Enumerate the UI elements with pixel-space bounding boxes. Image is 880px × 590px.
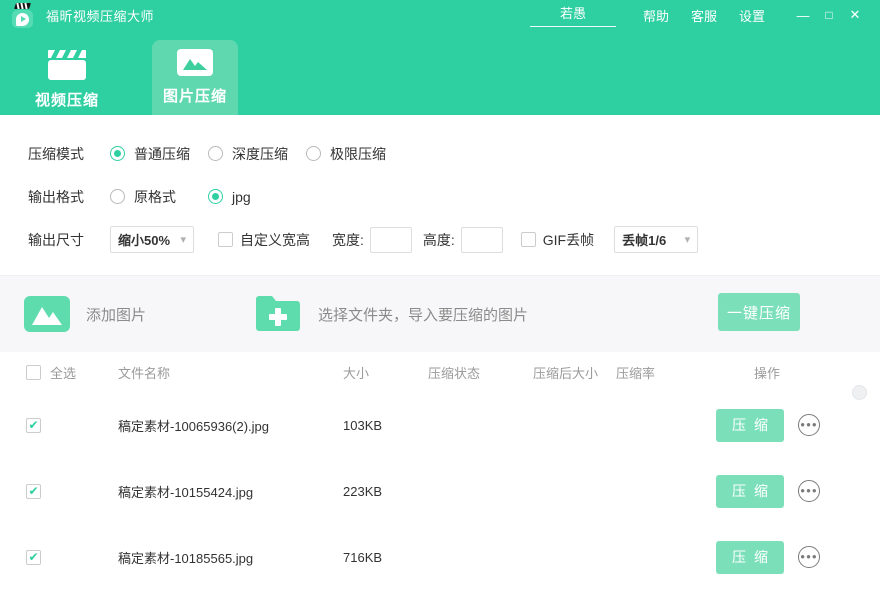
row-compress-button[interactable]: 压缩 bbox=[716, 541, 784, 574]
add-images-button[interactable]: 添加图片 bbox=[24, 296, 146, 332]
dropframe-dropdown[interactable]: 丢帧1/6 ▾ bbox=[614, 226, 698, 253]
radio-normal-compress[interactable]: 普通压缩 bbox=[110, 144, 208, 164]
tab-video-label: 视频压缩 bbox=[35, 89, 99, 110]
row-filename: 稿定素材-10185565.jpg bbox=[118, 548, 343, 567]
custom-size-label: 自定义宽高 bbox=[240, 230, 310, 250]
radio-label: jpg bbox=[232, 189, 251, 205]
chevron-down-icon: ▾ bbox=[685, 233, 691, 246]
width-input[interactable] bbox=[370, 227, 412, 253]
header-ratio: 压缩率 bbox=[616, 363, 716, 382]
select-all-label: 全选 bbox=[50, 363, 76, 382]
radio-extreme-compress[interactable]: 极限压缩 bbox=[306, 144, 386, 164]
minimize-button[interactable]: — bbox=[790, 8, 816, 23]
table-row: ✔ 稿定素材-10155424.jpg 223KB 压缩 ●●● bbox=[0, 458, 880, 524]
radio-label: 深度压缩 bbox=[232, 144, 288, 164]
output-size-label: 输出尺寸 bbox=[28, 230, 110, 250]
folder-plus-icon bbox=[254, 295, 302, 333]
add-image-icon bbox=[24, 296, 70, 332]
maximize-button[interactable]: □ bbox=[816, 8, 842, 22]
height-input[interactable] bbox=[461, 227, 503, 253]
table-body: ✔ 稿定素材-10065936(2).jpg 103KB 压缩 ●●● ✔ 稿定… bbox=[0, 392, 880, 590]
radio-deep-compress[interactable]: 深度压缩 bbox=[208, 144, 306, 164]
row-filename: 稿定素材-10155424.jpg bbox=[118, 482, 343, 501]
settings-panel: 压缩模式 普通压缩 深度压缩 极限压缩 输出格式 原格式 jpg bbox=[0, 115, 880, 275]
more-options-icon[interactable]: ●●● bbox=[798, 480, 820, 502]
action-band: 添加图片 选择文件夹，导入要压缩的图片 一键压缩 bbox=[0, 275, 880, 352]
header-status: 压缩状态 bbox=[428, 363, 533, 382]
app-logo-icon bbox=[12, 3, 38, 29]
scale-dropdown[interactable]: 缩小50% ▾ bbox=[110, 226, 194, 253]
scrollbar-thumb[interactable] bbox=[852, 385, 867, 400]
add-folder-button[interactable]: 选择文件夹，导入要压缩的图片 bbox=[254, 295, 528, 333]
compression-mode-label: 压缩模式 bbox=[28, 144, 110, 164]
titlebar: 福昕视频压缩大师 若愚 帮助 客服 设置 — □ ✕ bbox=[0, 0, 880, 30]
header-filename: 文件名称 bbox=[118, 363, 343, 382]
row-size: 716KB bbox=[343, 550, 428, 565]
compress-all-button[interactable]: 一键压缩 bbox=[718, 293, 800, 331]
scale-dropdown-value: 缩小50% bbox=[118, 230, 170, 249]
tab-image-label: 图片压缩 bbox=[163, 85, 227, 106]
width-label: 宽度: bbox=[332, 230, 364, 250]
output-format-row: 输出格式 原格式 jpg bbox=[0, 175, 880, 218]
compression-mode-row: 压缩模式 普通压缩 深度压缩 极限压缩 bbox=[0, 132, 880, 175]
row-filename: 稿定素材-10065936(2).jpg bbox=[118, 416, 343, 435]
radio-label: 原格式 bbox=[134, 187, 176, 207]
image-icon bbox=[177, 49, 213, 76]
row-size: 223KB bbox=[343, 484, 428, 499]
row-size: 103KB bbox=[343, 418, 428, 433]
radio-label: 极限压缩 bbox=[330, 144, 386, 164]
add-folder-label: 选择文件夹，导入要压缩的图片 bbox=[318, 304, 528, 325]
row-checkbox[interactable]: ✔ bbox=[26, 484, 41, 499]
row-checkbox[interactable]: ✔ bbox=[26, 550, 41, 565]
gif-dropframe-label: GIF丢帧 bbox=[543, 230, 594, 250]
row-checkbox[interactable]: ✔ bbox=[26, 418, 41, 433]
clapperboard-icon bbox=[48, 50, 86, 80]
close-button[interactable]: ✕ bbox=[842, 7, 868, 23]
table-row: ✔ 稿定素材-10185565.jpg 716KB 压缩 ●●● bbox=[0, 524, 880, 590]
radio-original-format[interactable]: 原格式 bbox=[110, 187, 208, 207]
table-header: 全选 文件名称 大小 压缩状态 压缩后大小 压缩率 操作 bbox=[0, 352, 880, 392]
chevron-down-icon: ▾ bbox=[180, 233, 186, 246]
header-size: 大小 bbox=[343, 363, 428, 382]
radio-label: 普通压缩 bbox=[134, 144, 190, 164]
radio-icon bbox=[110, 189, 125, 204]
output-size-row: 输出尺寸 缩小50% ▾ 自定义宽高 宽度: 高度: GIF丢帧 丢帧1/6 ▾ bbox=[0, 218, 880, 261]
tab-image-compress[interactable]: 图片压缩 bbox=[152, 40, 238, 115]
radio-icon bbox=[110, 146, 125, 161]
add-images-label: 添加图片 bbox=[86, 304, 146, 325]
dropframe-dropdown-value: 丢帧1/6 bbox=[622, 230, 666, 249]
row-compress-button[interactable]: 压缩 bbox=[716, 409, 784, 442]
radio-icon bbox=[306, 146, 321, 161]
output-format-label: 输出格式 bbox=[28, 187, 110, 207]
tabbar: 视频压缩 图片压缩 bbox=[0, 30, 880, 115]
gif-dropframe-checkbox[interactable] bbox=[521, 232, 536, 247]
more-options-icon[interactable]: ●●● bbox=[798, 414, 820, 436]
app-window: 福昕视频压缩大师 若愚 帮助 客服 设置 — □ ✕ 视频压缩 bbox=[0, 0, 880, 590]
header-action: 操作 bbox=[716, 363, 880, 382]
radio-jpg-format[interactable]: jpg bbox=[208, 189, 251, 205]
table-row: ✔ 稿定素材-10065936(2).jpg 103KB 压缩 ●●● bbox=[0, 392, 880, 458]
menu-help[interactable]: 帮助 bbox=[643, 6, 669, 25]
custom-size-checkbox[interactable] bbox=[218, 232, 233, 247]
row-compress-button[interactable]: 压缩 bbox=[716, 475, 784, 508]
app-title: 福昕视频压缩大师 bbox=[46, 6, 154, 25]
custom-size-checkbox-item[interactable]: 自定义宽高 bbox=[218, 230, 310, 250]
height-label: 高度: bbox=[423, 230, 455, 250]
radio-icon bbox=[208, 189, 223, 204]
menu-settings[interactable]: 设置 bbox=[739, 6, 765, 25]
username-menu[interactable]: 若愚 bbox=[530, 3, 616, 27]
menu-support[interactable]: 客服 bbox=[691, 6, 717, 25]
radio-icon bbox=[208, 146, 223, 161]
tab-video-compress[interactable]: 视频压缩 bbox=[24, 44, 110, 115]
header-after-size: 压缩后大小 bbox=[533, 363, 616, 382]
gif-dropframe-checkbox-item[interactable]: GIF丢帧 bbox=[521, 230, 594, 250]
more-options-icon[interactable]: ●●● bbox=[798, 546, 820, 568]
select-all-checkbox[interactable] bbox=[26, 365, 41, 380]
